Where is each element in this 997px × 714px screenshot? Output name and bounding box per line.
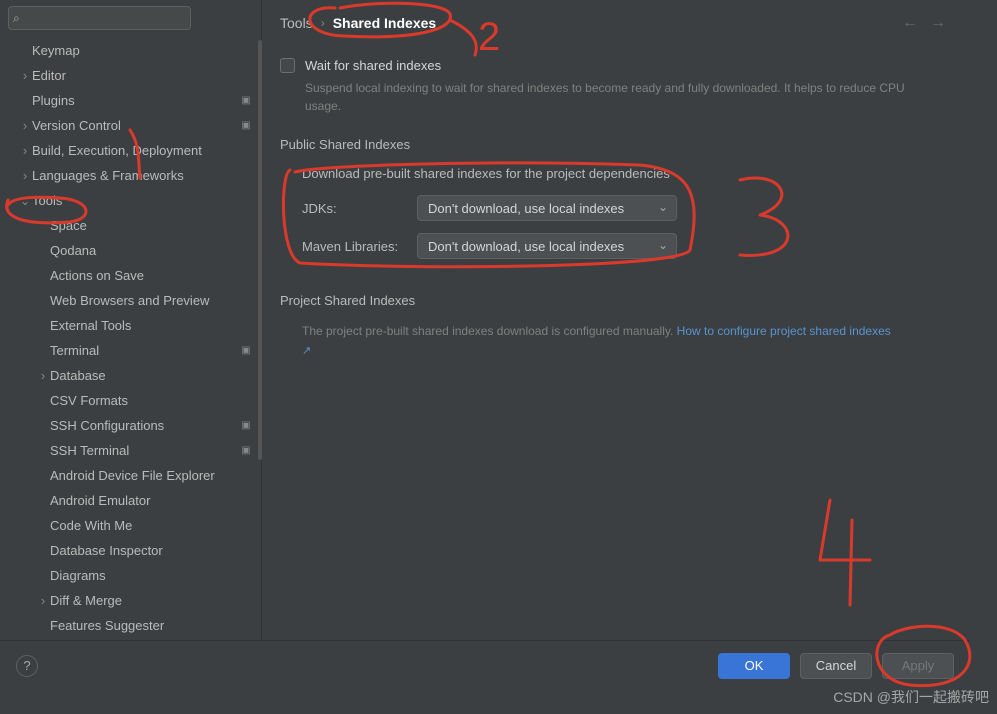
settings-sidebar: ⌕ KeymapEditorPluginsVersion ControlBuil… [0, 0, 262, 640]
tree-label: External Tools [50, 318, 253, 333]
tree-arrow-icon[interactable] [36, 593, 50, 608]
tree-label: CSV Formats [50, 393, 253, 408]
maven-select[interactable]: Don't download, use local indexes [417, 233, 677, 259]
sidebar-item-external-tools[interactable]: External Tools [0, 313, 261, 338]
project-scope-icon [239, 344, 253, 358]
help-button[interactable]: ? [16, 655, 38, 677]
tree-label: Build, Execution, Deployment [32, 143, 253, 158]
watermark: CSDN @我们一起搬砖吧 [833, 687, 989, 707]
wait-help-text: Suspend local indexing to wait for share… [305, 79, 905, 115]
sidebar-item-web-browsers-and-preview[interactable]: Web Browsers and Preview [0, 288, 261, 313]
sidebar-item-build-execution-deployment[interactable]: Build, Execution, Deployment [0, 138, 261, 163]
sidebar-item-features-suggester[interactable]: Features Suggester [0, 613, 261, 638]
nav-back-icon[interactable]: ← [902, 14, 918, 32]
tree-label: Languages & Frameworks [32, 168, 253, 183]
tree-arrow-icon[interactable] [18, 168, 32, 183]
tree-label: Editor [32, 68, 253, 83]
tree-label: Android Emulator [50, 493, 253, 508]
tree-label: SSH Terminal [50, 443, 239, 458]
sidebar-item-tools[interactable]: Tools [0, 188, 261, 213]
tree-label: Web Browsers and Preview [50, 293, 253, 308]
sidebar-item-database[interactable]: Database [0, 363, 261, 388]
sidebar-item-code-with-me[interactable]: Code With Me [0, 513, 261, 538]
sidebar-item-android-device-file-explorer[interactable]: Android Device File Explorer [0, 463, 261, 488]
sidebar-item-editor[interactable]: Editor [0, 63, 261, 88]
settings-content: Tools › Shared Indexes ← → Wait for shar… [262, 0, 970, 640]
breadcrumb: Tools › Shared Indexes ← → [280, 10, 946, 36]
sidebar-item-qodana[interactable]: Qodana [0, 238, 261, 263]
sidebar-item-keymap[interactable]: Keymap [0, 38, 261, 63]
sidebar-item-ssh-configurations[interactable]: SSH Configurations [0, 413, 261, 438]
dialog-footer: ? OK Cancel Apply [0, 640, 970, 690]
sidebar-item-plugins[interactable]: Plugins [0, 88, 261, 113]
tree-label: Space [50, 218, 253, 233]
chevron-right-icon: › [321, 16, 325, 30]
tree-label: Qodana [50, 243, 253, 258]
tree-label: Database [50, 368, 253, 383]
nav-forward-icon[interactable]: → [930, 14, 946, 32]
public-indexes-desc: Download pre-built shared indexes for th… [302, 166, 946, 181]
project-scope-icon [239, 444, 253, 458]
apply-button[interactable]: Apply [882, 653, 954, 679]
project-scope-icon [239, 94, 253, 108]
tree-label: Terminal [50, 343, 239, 358]
wait-checkbox-label[interactable]: Wait for shared indexes [305, 58, 441, 73]
tree-label: Database Inspector [50, 543, 253, 558]
project-indexes-desc: The project pre-built shared indexes dow… [302, 322, 902, 359]
sidebar-item-diagrams[interactable]: Diagrams [0, 563, 261, 588]
tree-arrow-icon[interactable] [36, 368, 50, 383]
tree-label: Version Control [32, 118, 239, 133]
tree-arrow-icon[interactable] [18, 118, 32, 133]
sidebar-item-android-emulator[interactable]: Android Emulator [0, 488, 261, 513]
tree-label: Android Device File Explorer [50, 468, 253, 483]
tree-label: Features Suggester [50, 618, 253, 633]
cancel-button[interactable]: Cancel [800, 653, 872, 679]
tree-label: Keymap [32, 43, 253, 58]
tree-label: Diff & Merge [50, 593, 253, 608]
tree-label: SSH Configurations [50, 418, 239, 433]
tree-arrow-icon[interactable] [18, 194, 32, 208]
project-scope-icon [239, 119, 253, 133]
jdks-label: JDKs: [302, 201, 407, 216]
sidebar-item-actions-on-save[interactable]: Actions on Save [0, 263, 261, 288]
tree-label: Code With Me [50, 518, 253, 533]
public-indexes-title: Public Shared Indexes [280, 137, 946, 152]
tree-arrow-icon[interactable] [18, 68, 32, 83]
settings-tree[interactable]: Keymap Editor Plugins Version Control Build,… [0, 36, 261, 640]
sidebar-item-database-inspector[interactable]: Database Inspector [0, 538, 261, 563]
tree-label: Tools [32, 193, 253, 208]
tree-arrow-icon[interactable] [18, 143, 32, 158]
sidebar-item-diff-merge[interactable]: Diff & Merge [0, 588, 261, 613]
project-scope-icon [239, 419, 253, 433]
breadcrumb-parent[interactable]: Tools [280, 15, 313, 31]
tree-label: Actions on Save [50, 268, 253, 283]
maven-label: Maven Libraries: [302, 239, 407, 254]
tree-label: Plugins [32, 93, 239, 108]
sidebar-item-version-control[interactable]: Version Control [0, 113, 261, 138]
tree-label: Diagrams [50, 568, 253, 583]
sidebar-scrollbar[interactable] [258, 40, 262, 630]
sidebar-item-languages-frameworks[interactable]: Languages & Frameworks [0, 163, 261, 188]
ok-button[interactable]: OK [718, 653, 790, 679]
jdks-select[interactable]: Don't download, use local indexes [417, 195, 677, 221]
breadcrumb-current: Shared Indexes [333, 15, 437, 31]
sidebar-item-csv-formats[interactable]: CSV Formats [0, 388, 261, 413]
sidebar-item-terminal[interactable]: Terminal [0, 338, 261, 363]
sidebar-item-space[interactable]: Space [0, 213, 261, 238]
project-indexes-title: Project Shared Indexes [280, 293, 946, 308]
wait-checkbox[interactable] [280, 58, 295, 73]
sidebar-item-ssh-terminal[interactable]: SSH Terminal [0, 438, 261, 463]
search-input[interactable] [8, 6, 191, 30]
